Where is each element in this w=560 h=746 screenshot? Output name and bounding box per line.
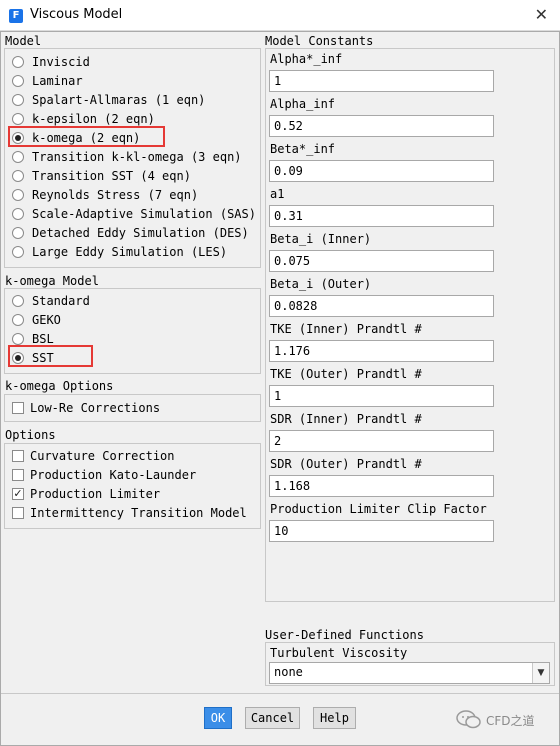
beta-star-inf-input[interactable]: 0.09 — [269, 160, 494, 182]
cancel-button[interactable]: Cancel — [245, 707, 300, 729]
constant-label: Alpha*_inf — [270, 52, 343, 66]
komega-option-standard[interactable]: Standard — [12, 292, 90, 310]
model-option-spalart-allmaras[interactable]: Spalart-Allmaras (1 eqn) — [12, 91, 205, 109]
fluent-app-icon: F — [9, 9, 23, 23]
wechat-icon — [456, 710, 481, 729]
beta-i-inner-input[interactable]: 0.075 — [269, 250, 494, 272]
radio-icon[interactable] — [12, 227, 24, 239]
options-group-label: Options — [5, 428, 56, 442]
intermittency-transition-checkbox[interactable]: Intermittency Transition Model — [12, 504, 247, 522]
highlight-k-omega — [8, 126, 165, 147]
constant-label: Beta_i (Inner) — [270, 232, 372, 246]
model-group-label: Model — [5, 34, 42, 48]
radio-icon[interactable] — [12, 113, 24, 125]
tke-inner-prandtl-input[interactable]: 1.176 — [269, 340, 494, 362]
checkbox-icon[interactable] — [12, 507, 24, 519]
alpha-inf-input[interactable]: 0.52 — [269, 115, 494, 137]
low-re-corrections-checkbox[interactable]: Low-Re Corrections — [12, 399, 160, 417]
ok-button[interactable]: OK — [204, 707, 232, 729]
radio-icon[interactable] — [12, 170, 24, 182]
radio-icon[interactable] — [12, 295, 24, 307]
radio-icon[interactable] — [12, 94, 24, 106]
sdr-inner-prandtl-input[interactable]: 2 — [269, 430, 494, 452]
komega-model-group-label: k-omega Model — [5, 274, 99, 288]
model-option-des[interactable]: Detached Eddy Simulation (DES) — [12, 224, 249, 242]
radio-icon[interactable] — [12, 75, 24, 87]
model-option-transition-sst[interactable]: Transition SST (4 eqn) — [12, 167, 191, 185]
tke-outer-prandtl-input[interactable]: 1 — [269, 385, 494, 407]
constant-label: SDR (Inner) Prandtl # — [270, 412, 422, 426]
model-option-transition-k-kl-omega[interactable]: Transition k-kl-omega (3 eqn) — [12, 148, 242, 166]
sdr-outer-prandtl-input[interactable]: 1.168 — [269, 475, 494, 497]
close-icon[interactable]: ✕ — [535, 5, 548, 24]
watermark-text: CFD之道 — [486, 713, 535, 728]
constant-label: Alpha_inf — [270, 97, 336, 111]
turbulent-viscosity-value: none — [274, 665, 303, 679]
constant-label: a1 — [270, 187, 285, 201]
checkbox-icon[interactable] — [12, 469, 24, 481]
production-kato-launder-checkbox[interactable]: Production Kato-Launder — [12, 466, 196, 484]
alpha-star-inf-input[interactable]: 1 — [269, 70, 494, 92]
highlight-sst — [8, 345, 93, 367]
komega-options-group-label: k-omega Options — [5, 379, 114, 393]
model-option-laminar[interactable]: Laminar — [12, 72, 83, 90]
radio-icon[interactable] — [12, 333, 24, 345]
turbulent-viscosity-label: Turbulent Viscosity — [270, 646, 408, 660]
udf-group-label: User-Defined Functions — [265, 628, 424, 642]
production-limiter-checkbox[interactable]: ✓ Production Limiter — [12, 485, 160, 503]
radio-icon[interactable] — [12, 246, 24, 258]
watermark: CFD之道 — [456, 710, 535, 730]
options-group: Curvature Correction Production Kato-Lau… — [4, 443, 261, 529]
a1-input[interactable]: 0.31 — [269, 205, 494, 227]
curvature-correction-checkbox[interactable]: Curvature Correction — [12, 447, 175, 465]
chevron-down-icon[interactable]: ▼ — [532, 663, 549, 683]
komega-option-geko[interactable]: GEKO — [12, 311, 61, 329]
radio-icon[interactable] — [12, 208, 24, 220]
model-option-reynolds-stress[interactable]: Reynolds Stress (7 eqn) — [12, 186, 198, 204]
radio-icon[interactable] — [12, 151, 24, 163]
model-constants-label: Model Constants — [265, 34, 374, 48]
constant-label: SDR (Outer) Prandtl # — [270, 457, 422, 471]
model-group: Inviscid Laminar Spalart-Allmaras (1 eqn… — [4, 48, 261, 268]
constant-label: TKE (Outer) Prandtl # — [270, 367, 422, 381]
help-button[interactable]: Help — [313, 707, 356, 729]
checkbox-icon[interactable] — [12, 402, 24, 414]
production-limiter-clip-factor-input[interactable]: 10 — [269, 520, 494, 542]
model-option-les[interactable]: Large Eddy Simulation (LES) — [12, 243, 227, 261]
checkbox-icon[interactable] — [12, 450, 24, 462]
constant-label: Beta*_inf — [270, 142, 336, 156]
model-option-sas[interactable]: Scale-Adaptive Simulation (SAS) — [12, 205, 256, 223]
radio-icon[interactable] — [12, 56, 24, 68]
komega-options-group: Low-Re Corrections — [4, 394, 261, 422]
radio-icon[interactable] — [12, 189, 24, 201]
turbulent-viscosity-dropdown[interactable]: none ▼ — [269, 662, 550, 684]
model-option-inviscid[interactable]: Inviscid — [12, 53, 90, 71]
constant-label: Production Limiter Clip Factor — [270, 502, 487, 516]
title-bar: F Viscous Model ✕ — [0, 0, 560, 31]
constant-label: Beta_i (Outer) — [270, 277, 372, 291]
beta-i-outer-input[interactable]: 0.0828 — [269, 295, 494, 317]
radio-icon[interactable] — [12, 314, 24, 326]
divider — [1, 693, 559, 694]
checkmark-icon[interactable]: ✓ — [12, 488, 24, 500]
window-title: Viscous Model — [30, 7, 123, 22]
constant-label: TKE (Inner) Prandtl # — [270, 322, 422, 336]
